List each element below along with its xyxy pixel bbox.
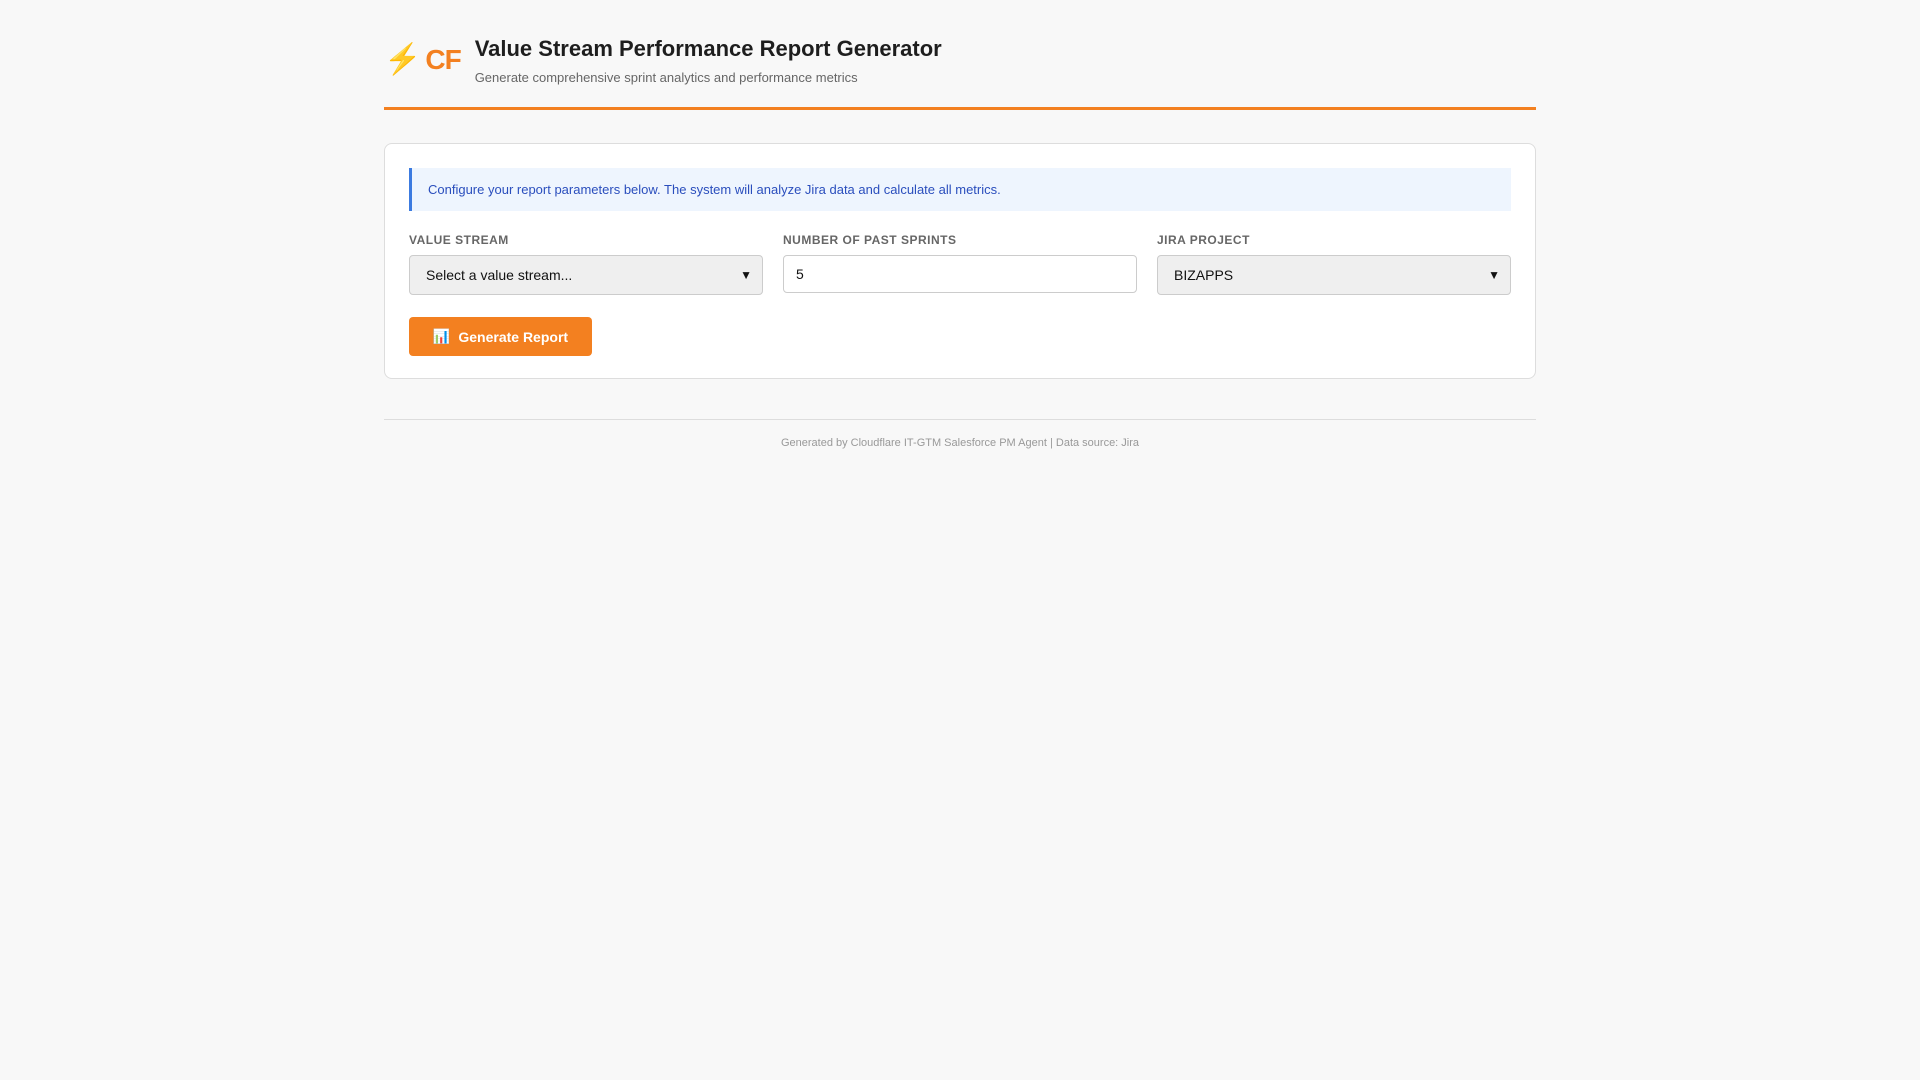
- generate-report-button[interactable]: 📊 Generate Report: [409, 317, 592, 356]
- page: ⚡ CF Value Stream Performance Report Gen…: [384, 0, 1536, 449]
- header: ⚡ CF Value Stream Performance Report Gen…: [384, 0, 1536, 110]
- footer: Generated by Cloudflare IT-GTM Salesforc…: [384, 419, 1536, 449]
- value-stream-label: VALUE STREAM: [409, 233, 509, 247]
- logo-text: CF: [425, 43, 461, 75]
- generate-report-label: Generate Report: [458, 328, 569, 345]
- jira-project-select[interactable]: BIZAPPS ▼: [1157, 255, 1511, 295]
- jira-project-label: JIRA PROJECT: [1157, 233, 1250, 247]
- report-form-card: Configure your report parameters below. …: [384, 143, 1536, 379]
- sprints-input[interactable]: 5: [783, 255, 1137, 293]
- page-subtitle: Generate comprehensive sprint analytics …: [474, 70, 858, 85]
- info-banner: Configure your report parameters below. …: [409, 168, 1511, 211]
- lightning-icon: ⚡: [384, 43, 422, 76]
- bar-chart-icon: 📊: [432, 328, 451, 344]
- jira-project-selected: BIZAPPS: [1174, 267, 1234, 283]
- logo: ⚡ CF: [384, 42, 462, 77]
- chevron-down-icon: ▼: [1488, 268, 1500, 282]
- page-title: Value Stream Performance Report Generato…: [474, 36, 942, 61]
- value-stream-selected: Select a value stream...: [426, 267, 573, 283]
- value-stream-select[interactable]: Select a value stream... ▼: [409, 255, 763, 295]
- chevron-down-icon: ▼: [740, 268, 752, 282]
- sprints-label: NUMBER OF PAST SPRINTS: [783, 233, 957, 247]
